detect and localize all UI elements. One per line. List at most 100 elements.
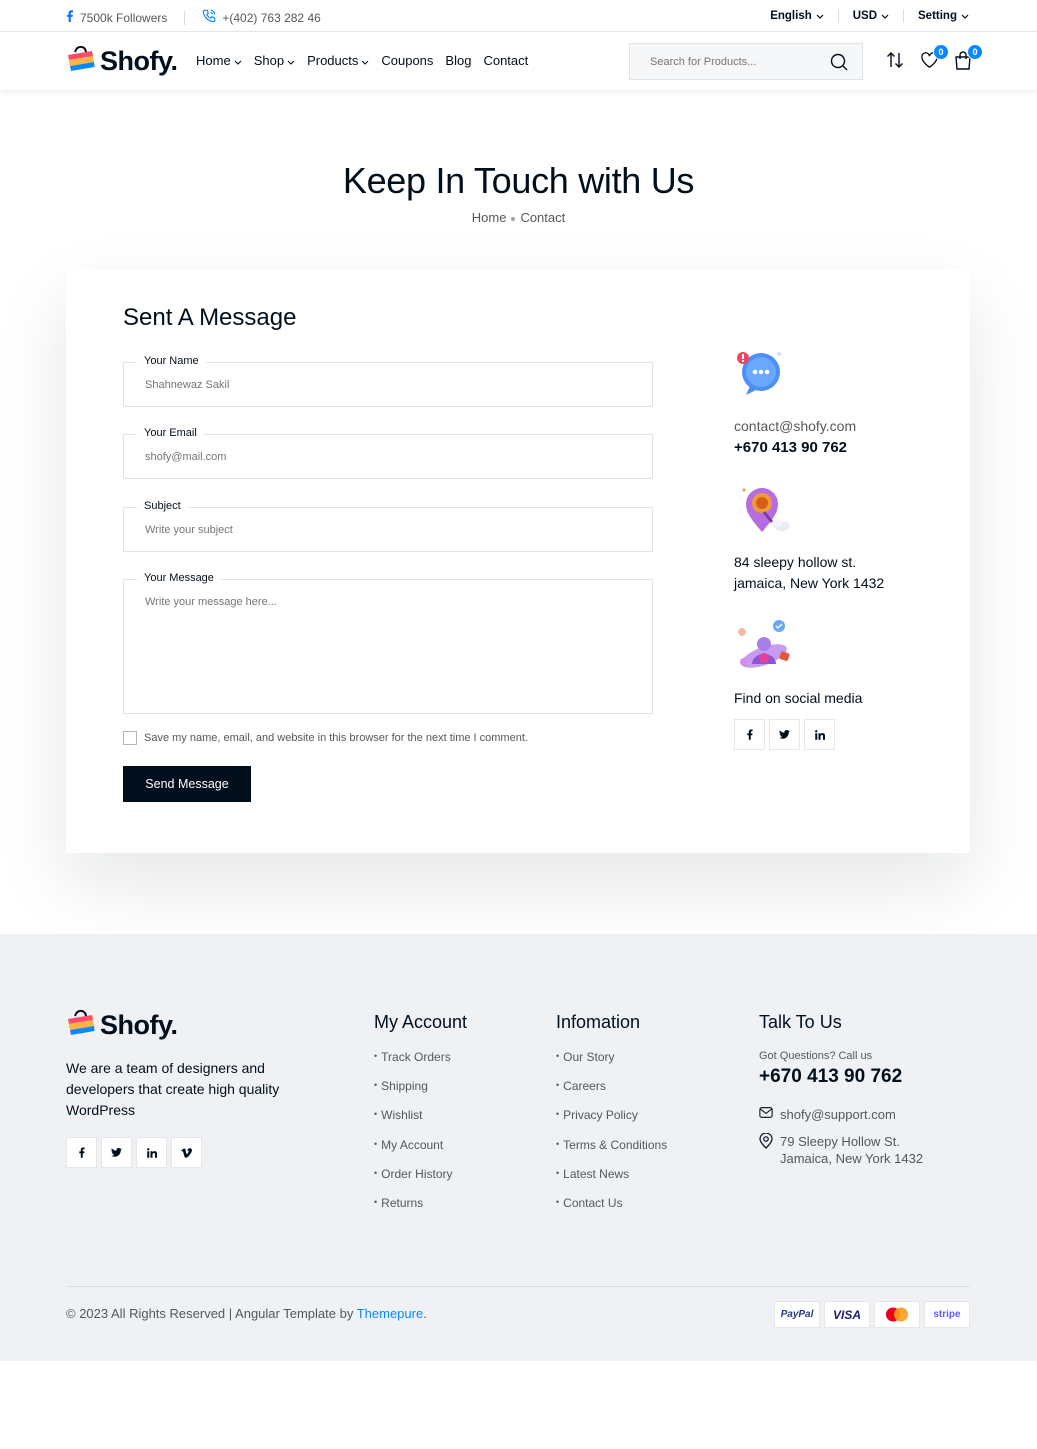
footer-link[interactable]: Latest News — [556, 1167, 667, 1196]
top-bar: 7500k Followers +(402) 763 282 46 Englis… — [0, 0, 1037, 32]
footer-link-label: Shipping — [381, 1079, 428, 1094]
setting-dropdown[interactable]: Setting — [918, 10, 969, 22]
linkedin-icon[interactable] — [136, 1137, 167, 1168]
footer-link[interactable]: Shipping — [374, 1079, 467, 1108]
footer-logo[interactable]: Shofy. — [66, 1009, 178, 1042]
footer-link[interactable]: Careers — [556, 1079, 667, 1108]
footer-heading: Infomation — [556, 1012, 641, 1032]
search-icon[interactable] — [830, 53, 848, 71]
contact-phone[interactable]: +670 413 90 762 — [734, 437, 856, 458]
contact-email[interactable]: contact@shofy.com — [734, 416, 856, 437]
footer-heading: My Account — [374, 1012, 468, 1032]
vimeo-icon[interactable] — [171, 1137, 202, 1168]
remember-me[interactable]: Save my name, email, and website in this… — [123, 731, 528, 745]
twitter-icon[interactable] — [101, 1137, 132, 1168]
footer-link-label: Latest News — [563, 1166, 630, 1181]
followers-text: 7500k Followers — [80, 10, 168, 25]
search-box — [629, 43, 863, 80]
footer-link[interactable]: Terms & Conditions — [556, 1138, 667, 1167]
talk-phone[interactable]: +670 413 90 762 — [759, 1066, 923, 1088]
phone-icon — [202, 9, 216, 26]
themepure-link[interactable]: Themepure — [357, 1306, 423, 1321]
footer-link[interactable]: Our Story — [556, 1050, 667, 1079]
wishlist-count-badge: 0 — [933, 44, 949, 60]
language-dropdown[interactable]: English — [770, 10, 824, 22]
wishlist-heart-icon[interactable]: 0 — [920, 44, 949, 71]
footer-link[interactable]: Wishlist — [374, 1108, 467, 1137]
footer-link[interactable]: Track Orders — [374, 1050, 467, 1079]
facebook-icon[interactable] — [66, 1137, 97, 1168]
footer-link-label: Contact Us — [563, 1195, 623, 1210]
header-actions: 0 0 — [886, 44, 983, 71]
linkedin-icon[interactable] — [804, 719, 835, 750]
social-block: Find on social media — [734, 618, 862, 750]
name-field: Your Name — [123, 355, 653, 407]
remember-checkbox[interactable] — [123, 731, 137, 745]
copyright-text: © 2023 All Rights Reserved | Angular Tem… — [66, 1306, 354, 1321]
breadcrumb-current: Contact — [520, 210, 566, 225]
name-input[interactable] — [124, 363, 652, 406]
footer-link-label: Order History — [381, 1166, 453, 1181]
footer-link-label: Wishlist — [381, 1108, 423, 1123]
address-line-2: jamaica, New York 1432 — [734, 575, 885, 591]
email-input[interactable] — [124, 435, 652, 478]
footer-link[interactable]: Privacy Policy — [556, 1108, 667, 1137]
chevron-down-icon — [361, 53, 369, 68]
currency-dropdown[interactable]: USD — [853, 10, 889, 22]
phone-link[interactable]: +(402) 763 282 46 — [202, 9, 321, 26]
footer-link[interactable]: Returns — [374, 1196, 467, 1225]
subject-field: Subject — [123, 500, 653, 552]
nav-label: Products — [307, 53, 359, 68]
chevron-down-icon — [881, 10, 889, 22]
chevron-down-icon — [816, 10, 824, 22]
chevron-down-icon — [234, 53, 242, 68]
footer-link[interactable]: Contact Us — [556, 1196, 667, 1225]
send-message-button[interactable]: Send Message — [123, 766, 251, 802]
nav-coupons[interactable]: Coupons — [381, 53, 433, 68]
email-icon — [759, 1106, 773, 1123]
social-links — [734, 719, 862, 750]
nav-contact[interactable]: Contact — [483, 53, 528, 68]
facebook-icon[interactable] — [734, 719, 765, 750]
remember-label: Save my name, email, and website in this… — [144, 732, 528, 744]
subject-input[interactable] — [124, 508, 652, 551]
nav-blog[interactable]: Blog — [445, 53, 471, 68]
cart-bag-icon[interactable]: 0 — [954, 44, 983, 71]
footer-link-label: Returns — [381, 1195, 424, 1210]
main-nav: Home Shop Products Coupons Blog Contact — [196, 53, 528, 68]
form-title: Sent A Message — [123, 304, 297, 331]
breadcrumb-home-link[interactable]: Home — [472, 210, 507, 225]
email-label: Your Email — [137, 427, 204, 439]
site-footer: Shofy. We are a team of designers and de… — [0, 934, 1037, 1361]
stripe-icon: stripe — [924, 1301, 970, 1328]
contact-address-block: 84 sleepy hollow st. jamaica, New York 1… — [734, 482, 884, 594]
talk-email-row[interactable]: shofy@support.com — [759, 1106, 923, 1123]
footer-link-label: My Account — [381, 1137, 444, 1152]
nav-products[interactable]: Products — [307, 53, 369, 68]
talk-question: Got Questions? Call us — [759, 1050, 873, 1062]
paypal-icon: PayPal — [774, 1301, 820, 1328]
address-line-1: 84 sleepy hollow st. — [734, 554, 857, 570]
footer-link-label: Careers — [563, 1079, 606, 1094]
twitter-icon[interactable] — [769, 719, 800, 750]
search-input[interactable] — [630, 44, 820, 79]
followers-link[interactable]: 7500k Followers — [66, 10, 167, 25]
nav-home[interactable]: Home — [196, 53, 242, 68]
nav-label: Blog — [445, 53, 472, 68]
footer-link-label: Track Orders — [381, 1050, 451, 1064]
currency-label: USD — [852, 10, 878, 22]
breadcrumb: Home Contact — [0, 210, 1037, 225]
nav-shop[interactable]: Shop — [254, 53, 295, 68]
message-textarea[interactable] — [124, 580, 652, 713]
facebook-icon — [66, 10, 74, 25]
copyright: © 2023 All Rights Reserved | Angular Tem… — [66, 1306, 427, 1321]
divider — [184, 10, 186, 25]
site-logo[interactable]: Shofy. — [66, 45, 178, 78]
name-label: Your Name — [137, 355, 206, 367]
footer-link[interactable]: My Account — [374, 1138, 467, 1167]
footer-link[interactable]: Order History — [374, 1167, 467, 1196]
chat-bubble-icon — [734, 346, 794, 406]
compare-icon[interactable] — [886, 51, 905, 71]
payment-methods: PayPal VISA stripe — [774, 1301, 970, 1328]
social-people-icon — [734, 618, 794, 678]
